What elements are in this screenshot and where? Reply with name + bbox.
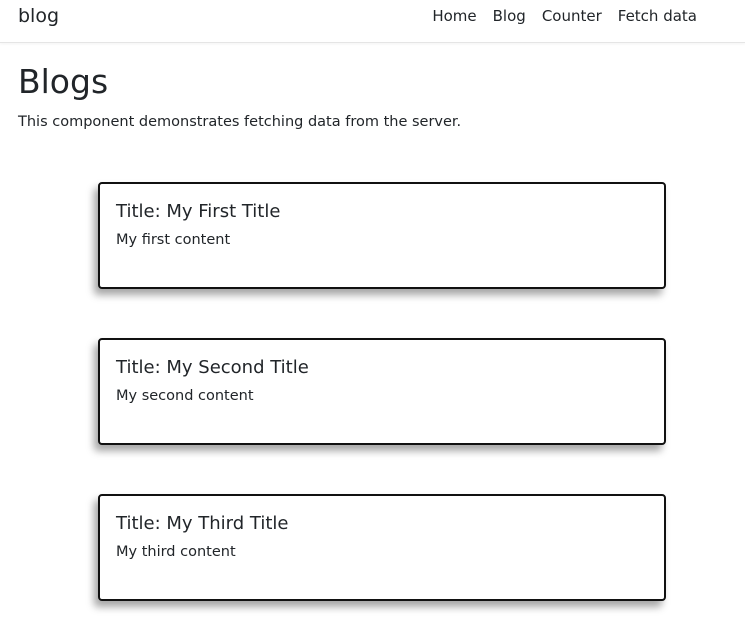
nav-counter-link[interactable]: Counter (534, 7, 610, 25)
blog-card-content: My third content (116, 544, 236, 560)
blog-card: Title: My Third Title My third content (98, 494, 666, 601)
nav-fetch-data-link[interactable]: Fetch data (610, 7, 705, 25)
blog-card: Title: My Second Title My second content (98, 338, 666, 445)
blog-card-title: Title: My Second Title (116, 357, 309, 378)
page-subtitle: This component demonstrates fetching dat… (18, 114, 462, 130)
nav-home-link[interactable]: Home (424, 7, 484, 25)
page-title: Blogs (18, 62, 109, 101)
brand-link[interactable]: blog (18, 5, 59, 27)
top-navbar: blog Home Blog Counter Fetch data (0, 0, 745, 43)
blog-card: Title: My First Title My first content (98, 182, 666, 289)
nav-blog-link[interactable]: Blog (485, 7, 534, 25)
blog-card-title: Title: My Third Title (116, 513, 289, 534)
blog-card-content: My second content (116, 388, 254, 404)
nav-menu: Home Blog Counter Fetch data (424, 7, 705, 25)
blog-card-content: My first content (116, 232, 231, 248)
blog-card-title: Title: My First Title (116, 201, 281, 222)
